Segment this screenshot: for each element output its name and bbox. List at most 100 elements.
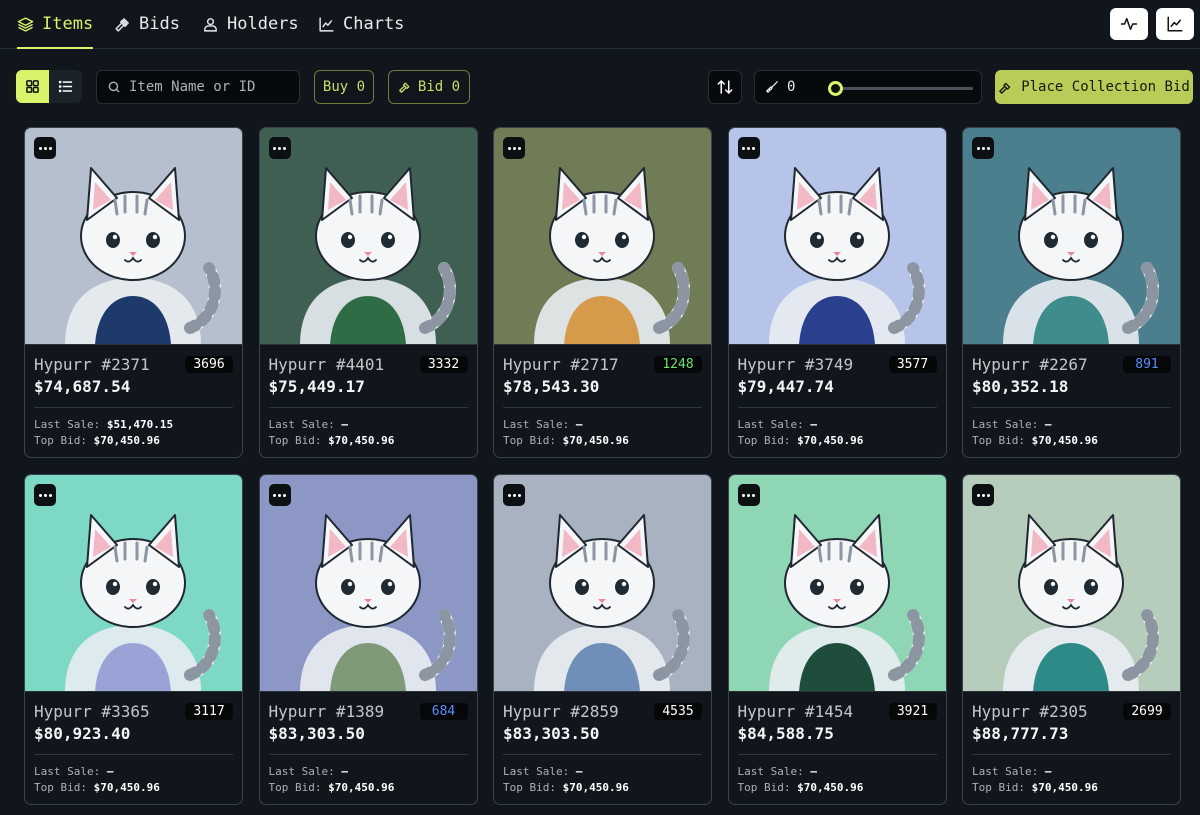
- more-options-button[interactable]: [737, 137, 760, 159]
- more-options-button[interactable]: [972, 484, 994, 506]
- item-price: $79,447.74: [737, 377, 834, 396]
- last-sale: Last Sale: –: [972, 417, 1171, 433]
- item-info: Hypurr #1389 684 $83,303.50 Last Sale: –…: [260, 692, 477, 796]
- item-image[interactable]: [25, 475, 242, 692]
- bid-cart-button[interactable]: Bid 0: [388, 70, 470, 104]
- rarity-rank-badge: 684: [419, 702, 468, 720]
- cat-illustration-icon: [259, 128, 477, 344]
- divider: [34, 407, 233, 408]
- more-options-button[interactable]: [503, 137, 525, 159]
- rarity-rank-badge: 1248: [654, 355, 702, 373]
- tab-items[interactable]: Items: [17, 14, 94, 49]
- last-sale-value: –: [341, 765, 348, 778]
- more-options-button[interactable]: [268, 484, 291, 506]
- chart-button[interactable]: [1156, 8, 1194, 40]
- list-view-button[interactable]: [49, 70, 82, 103]
- item-card[interactable]: Hypurr #1454 3921 $84,588.75 Last Sale: …: [727, 474, 947, 805]
- item-image[interactable]: [963, 475, 1180, 692]
- item-price: $78,543.30: [503, 377, 600, 396]
- rarity-rank-badge: 3332: [419, 355, 468, 373]
- last-sale: Last Sale: $51,470.15: [34, 417, 233, 433]
- sweep-slider-thumb[interactable]: [828, 81, 843, 96]
- tab-holders[interactable]: Holders: [202, 14, 299, 49]
- item-image[interactable]: [963, 128, 1180, 345]
- item-name: Hypurr #2267: [972, 354, 1088, 374]
- item-info: Hypurr #3749 3577 $79,447.74 Last Sale: …: [729, 345, 946, 449]
- more-options-button[interactable]: [34, 137, 56, 159]
- item-price: $75,449.17: [268, 377, 365, 396]
- rarity-rank-badge: 4535: [654, 702, 702, 720]
- top-bid: Top Bid: $70,450.96: [503, 433, 702, 449]
- last-sale: Last Sale: –: [503, 417, 702, 433]
- toolbar: Buy 0 Bid 0 0 Place Collection Bid: [0, 70, 1200, 104]
- top-bid-value: $70,450.96: [797, 434, 864, 447]
- item-card[interactable]: Hypurr #2305 2699 $88,777.73 Last Sale: …: [962, 474, 1181, 805]
- more-options-button[interactable]: [972, 137, 994, 159]
- last-sale-value: $51,470.15: [106, 418, 174, 431]
- top-bid-value: $70,450.96: [328, 781, 395, 794]
- top-bid-label: Top Bid:: [972, 434, 1025, 447]
- item-image[interactable]: [728, 475, 946, 692]
- item-card[interactable]: Hypurr #2717 1248 $78,543.30 Last Sale: …: [493, 127, 712, 458]
- place-collection-bid-button[interactable]: Place Collection Bid: [995, 70, 1193, 104]
- divider: [503, 754, 702, 755]
- rarity-rank-badge: 3696: [185, 355, 233, 373]
- cat-illustration-icon: [259, 475, 477, 691]
- list-icon: [58, 80, 73, 93]
- view-toggle: [16, 70, 82, 103]
- last-sale-value: –: [810, 765, 817, 778]
- item-name: Hypurr #2859: [503, 701, 619, 721]
- last-sale: Last Sale: –: [34, 764, 233, 780]
- item-price: $88,777.73: [972, 724, 1069, 743]
- tab-label: Holders: [227, 14, 299, 34]
- last-sale-value: –: [575, 418, 583, 431]
- more-options-button[interactable]: [503, 484, 525, 506]
- top-bid-value: $70,450.96: [93, 781, 160, 794]
- tab-bids[interactable]: Bids: [114, 14, 180, 49]
- grid-view-button[interactable]: [16, 70, 49, 103]
- item-card[interactable]: Hypurr #1389 684 $83,303.50 Last Sale: –…: [258, 474, 478, 805]
- more-options-button[interactable]: [34, 484, 56, 506]
- top-bid-label: Top Bid:: [503, 434, 556, 447]
- more-options-button[interactable]: [737, 484, 760, 506]
- item-card[interactable]: Hypurr #3365 3117 $80,923.40 Last Sale: …: [24, 474, 243, 805]
- top-bid-label: Top Bid:: [34, 781, 87, 794]
- item-image[interactable]: [25, 128, 242, 345]
- top-bid: Top Bid: $70,450.96: [34, 433, 233, 449]
- tab-charts[interactable]: Charts: [318, 14, 404, 49]
- divider: [34, 754, 233, 755]
- item-info: Hypurr #2717 1248 $78,543.30 Last Sale: …: [494, 345, 711, 449]
- top-bid-value: $70,450.96: [1031, 434, 1098, 447]
- last-sale-label: Last Sale:: [737, 418, 804, 431]
- item-image[interactable]: [259, 475, 477, 692]
- sweep-slider[interactable]: [828, 81, 973, 96]
- item-name: Hypurr #3749: [737, 354, 854, 374]
- top-bid: Top Bid: $70,450.96: [503, 780, 702, 796]
- buy-cart-button[interactable]: Buy 0: [314, 70, 374, 104]
- item-name: Hypurr #1454: [737, 701, 854, 721]
- activity-button[interactable]: [1110, 8, 1148, 40]
- item-card[interactable]: Hypurr #2267 891 $80,352.18 Last Sale: –…: [962, 127, 1181, 458]
- item-image[interactable]: [259, 128, 477, 345]
- top-bid-value: $70,450.96: [1031, 781, 1098, 794]
- last-sale-value: –: [341, 418, 348, 431]
- item-card[interactable]: Hypurr #2371 3696 $74,687.54 Last Sale: …: [24, 127, 243, 458]
- sort-button[interactable]: [708, 70, 742, 104]
- top-bid-label: Top Bid:: [503, 781, 556, 794]
- tab-label: Charts: [343, 14, 405, 34]
- top-bid-value: $70,450.96: [562, 434, 629, 447]
- item-image[interactable]: [728, 128, 946, 345]
- last-sale-value: –: [575, 765, 583, 778]
- more-options-button[interactable]: [268, 137, 291, 159]
- item-card[interactable]: Hypurr #3749 3577 $79,447.74 Last Sale: …: [727, 127, 947, 458]
- buy-label: Buy 0: [322, 79, 366, 95]
- search-input[interactable]: [129, 79, 289, 95]
- top-bid: Top Bid: $70,450.96: [972, 780, 1171, 796]
- item-image[interactable]: [494, 475, 711, 692]
- divider: [268, 407, 468, 408]
- item-name: Hypurr #2371: [34, 354, 150, 374]
- item-card[interactable]: Hypurr #4401 3332 $75,449.17 Last Sale: …: [258, 127, 478, 458]
- item-image[interactable]: [494, 128, 711, 345]
- top-bid-value: $70,450.96: [93, 434, 160, 447]
- item-card[interactable]: Hypurr #2859 4535 $83,303.50 Last Sale: …: [493, 474, 712, 805]
